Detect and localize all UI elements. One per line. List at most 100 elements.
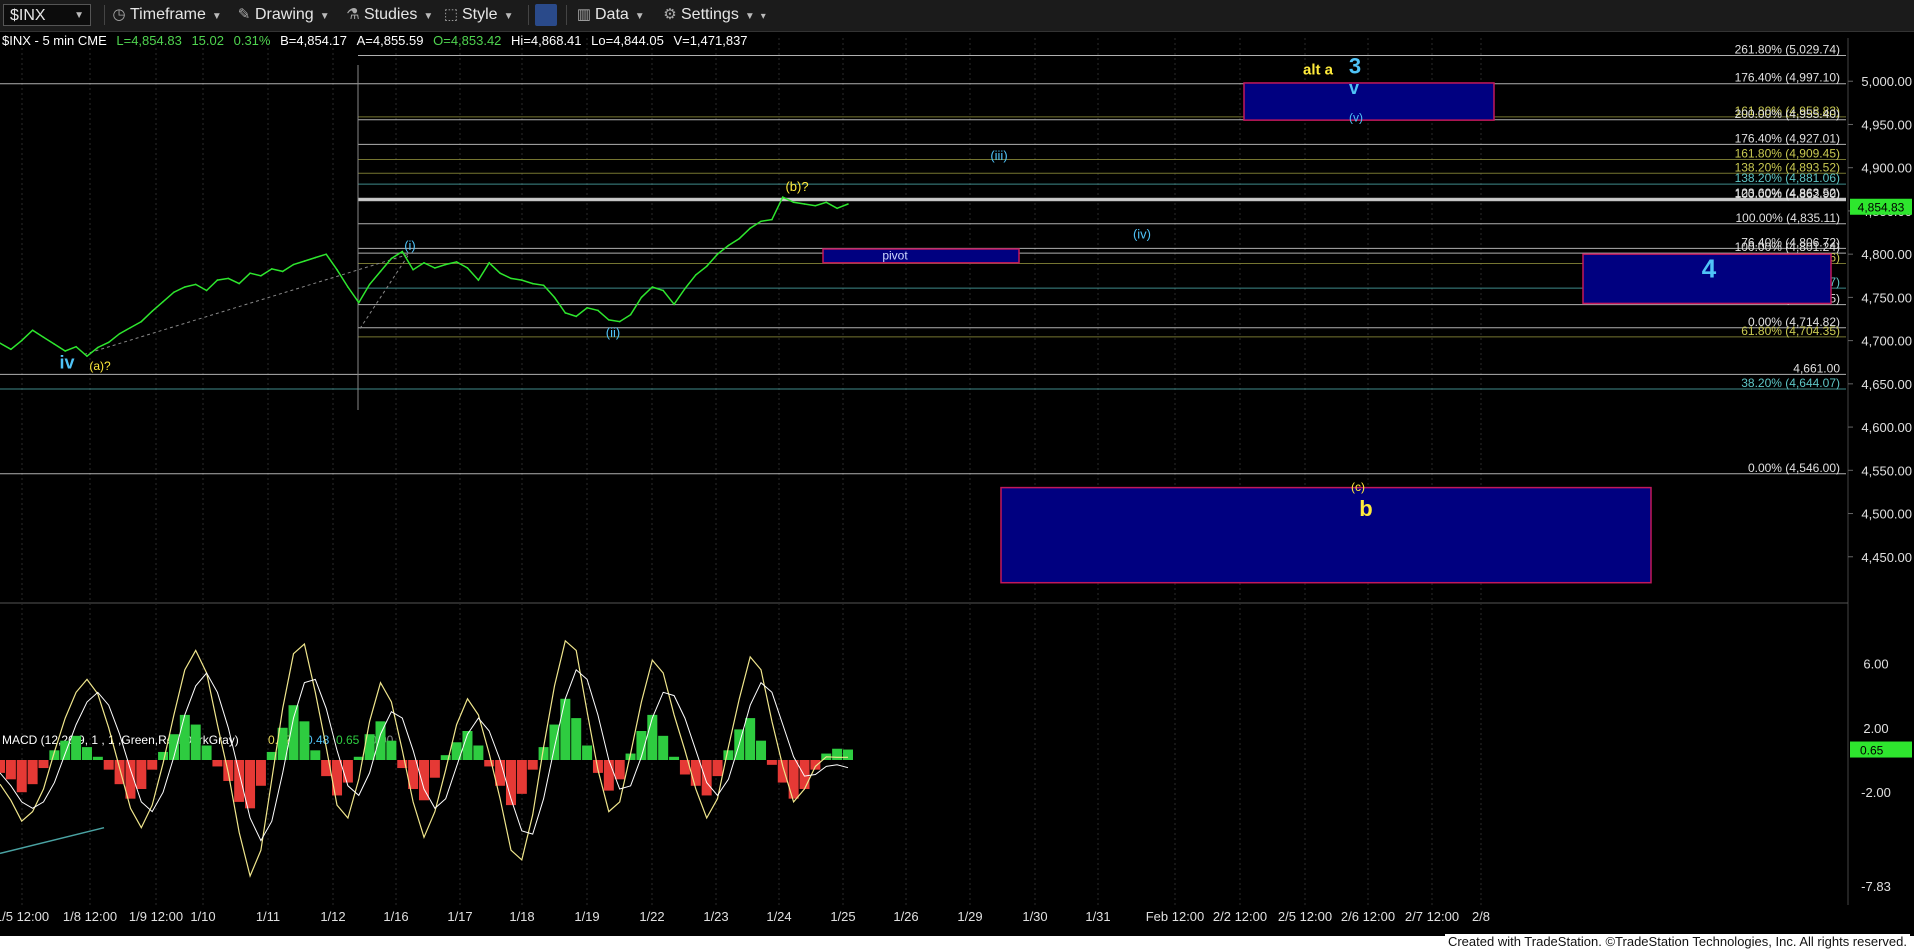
x-tick-label: 1/25: [830, 909, 855, 924]
price-point: [477, 279, 480, 281]
price-point: [162, 300, 164, 303]
studies-button[interactable]: ⚗ Studies ▼: [345, 4, 433, 26]
pencil-icon: ✎: [237, 6, 251, 23]
fib-level-label: 0.00% (4,546.00): [1748, 461, 1840, 475]
x-tick-label: 1/9 12:00: [129, 909, 183, 924]
macd-histogram-bar: [810, 760, 821, 770]
macd-histogram-bar: [342, 760, 353, 783]
price-point: [749, 227, 751, 230]
macd-histogram-bar: [0, 760, 5, 773]
layout-icon[interactable]: [535, 4, 557, 26]
bar-chart-icon: ▥: [576, 6, 592, 23]
macd-tick-label: 2.00: [1863, 721, 1888, 736]
x-tick-label: 2/2 12:00: [1213, 909, 1267, 924]
more-icon: ▾: [760, 11, 766, 22]
wave-label: (a)?: [89, 359, 111, 373]
macd-histogram-bar: [516, 760, 527, 794]
target-zone: [1243, 82, 1495, 121]
x-tick-label: 2/8: [1472, 909, 1490, 924]
data-button[interactable]: ▥ Data ▼: [576, 4, 645, 26]
chevron-down-icon: ▼: [423, 11, 434, 22]
x-tick-label: 1/11: [256, 909, 280, 924]
macd-histogram-bar: [103, 760, 114, 770]
chevron-down-icon: ▼: [744, 11, 755, 22]
macd-histogram-bar: [788, 760, 799, 799]
volume: V=1,471,837: [673, 33, 748, 48]
x-tick-label: 1/26: [893, 909, 918, 924]
fib-level-label: 100.00% (4,862.90): [1735, 187, 1840, 201]
macd-histogram-bar: [386, 740, 397, 760]
chart-canvas: 5,000.004,950.004,900.004,850.004,800.00…: [0, 38, 1912, 924]
current-price-label: 4,854.83: [1858, 201, 1905, 215]
settings-label: Settings: [681, 6, 739, 23]
style-label: Style: [462, 6, 498, 23]
macd-histogram-bar: [799, 760, 810, 789]
macd-histogram-bar: [255, 760, 266, 786]
fib-level-label: 61.80% (4,704.35): [1741, 324, 1840, 338]
symbol-input[interactable]: $INX ▼: [3, 4, 91, 26]
price-point: [216, 279, 219, 281]
price-point: [836, 207, 838, 210]
price-point: [694, 274, 697, 276]
zone-label: b: [1359, 496, 1372, 521]
last-price: L=4,854.83: [116, 33, 182, 48]
chart-title: $INX - 5 min CME: [2, 33, 107, 48]
x-tick-label: 2/5 12:00: [1278, 909, 1332, 924]
price-point: [423, 262, 425, 264]
price-point: [444, 263, 447, 266]
zone-label: v: [1349, 78, 1359, 98]
price-point: [390, 257, 393, 260]
high-price: Hi=4,868.41: [511, 33, 582, 48]
x-tick-label: 2/6 12:00: [1341, 909, 1395, 924]
x-tick-label: 1/29: [957, 909, 982, 924]
macd-histogram-bar: [723, 750, 734, 760]
drawing-button[interactable]: ✎ Drawing ▼: [236, 4, 330, 26]
price-point: [455, 261, 458, 263]
gear-icon: ⚙: [663, 6, 677, 23]
clock-icon: ◷: [112, 6, 126, 23]
chevron-down-icon: ▼: [211, 11, 222, 22]
chevron-down-icon: ▼: [634, 11, 645, 22]
chevron-down-icon[interactable]: ▼: [74, 5, 84, 27]
fib-level-label: 176.40% (4,997.10): [1735, 71, 1840, 85]
price-point: [814, 204, 817, 207]
macd-histogram-bar: [310, 750, 321, 760]
macd-histogram-bar: [756, 740, 767, 760]
data-label: Data: [595, 6, 629, 23]
x-tick-label: 1/19: [574, 909, 599, 924]
style-button[interactable]: ⬚ Style ▼: [443, 4, 514, 26]
price-point: [684, 287, 686, 290]
macd-tick-label: -2.00: [1861, 785, 1891, 800]
pct-change: 0.31%: [233, 33, 271, 48]
macd-histogram-bar: [701, 760, 712, 796]
zone-label: 4: [1702, 253, 1717, 283]
macd-histogram-bar: [332, 760, 343, 796]
price-point: [97, 346, 99, 349]
wave-label: (iii): [990, 148, 1007, 163]
settings-button[interactable]: ⚙ Settings ▼ ▾: [662, 4, 766, 26]
fib-level-label: 4,661.00: [1793, 361, 1840, 375]
macd-histogram-bar: [429, 760, 440, 778]
y-tick-label: 4,900.00: [1861, 161, 1912, 176]
price-point: [10, 348, 12, 351]
price-point: [151, 310, 154, 313]
y-tick-label: 4,700.00: [1861, 334, 1912, 349]
x-tick-label: 1/10: [190, 909, 215, 924]
macd-histogram-bar: [5, 760, 16, 780]
price-point: [401, 250, 404, 253]
macd-histogram-bar: [147, 760, 158, 770]
wave-label: 3: [1349, 53, 1361, 78]
y-tick-label: 4,800.00: [1861, 247, 1912, 262]
net-change: 15.02: [191, 33, 224, 48]
price-point: [629, 313, 632, 316]
macd-histogram-bar: [560, 698, 571, 760]
x-tick-label: 1/30: [1022, 909, 1047, 924]
y-tick-label: 4,600.00: [1861, 420, 1912, 435]
zone-label: (v): [1349, 110, 1363, 124]
wave-label: alt a: [1303, 61, 1334, 78]
price-point: [314, 256, 317, 259]
macd-histogram-bar: [658, 735, 669, 760]
price-point: [53, 343, 56, 345]
price-point: [651, 286, 654, 288]
timeframe-button[interactable]: ◷ Timeframe ▼: [111, 4, 222, 26]
